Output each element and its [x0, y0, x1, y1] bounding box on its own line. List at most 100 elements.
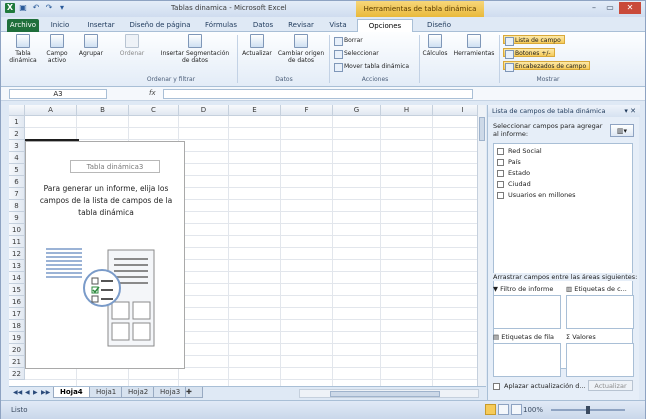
tabla-dinamica-button[interactable]: Tabla dinámica: [9, 34, 37, 64]
next-sheet-icon[interactable]: ▶: [33, 389, 38, 396]
checkbox-icon[interactable]: [497, 159, 504, 166]
row-header[interactable]: 8: [9, 200, 25, 212]
field-item[interactable]: Usuarios en millones: [497, 191, 576, 200]
row-header[interactable]: 1: [9, 116, 25, 128]
tab-archivo[interactable]: Archivo: [7, 19, 39, 32]
row-header[interactable]: 22: [9, 368, 25, 380]
column-header[interactable]: I: [433, 105, 477, 116]
restore-icon[interactable]: ▭: [603, 2, 617, 14]
tab-diseno-pagina[interactable]: Diseño de página: [125, 19, 195, 32]
column-header[interactable]: C: [129, 105, 179, 116]
tab-revisar[interactable]: Revisar: [283, 19, 319, 32]
tab-diseno[interactable]: Diseño: [417, 19, 461, 32]
checkbox-icon[interactable]: [493, 383, 500, 390]
minimize-icon[interactable]: –: [587, 2, 601, 14]
row-header[interactable]: 2: [9, 128, 25, 140]
tab-vista[interactable]: Vista: [323, 19, 353, 32]
horizontal-scroll-thumb[interactable]: [330, 391, 440, 397]
row-header[interactable]: 3: [9, 140, 25, 152]
column-header[interactable]: G: [333, 105, 381, 116]
checkbox-icon[interactable]: [497, 170, 504, 177]
column-header[interactable]: H: [381, 105, 433, 116]
row-header[interactable]: 6: [9, 176, 25, 188]
field-item[interactable]: País: [497, 158, 521, 167]
page-layout-view-icon[interactable]: [498, 404, 509, 415]
column-header[interactable]: A: [25, 105, 77, 116]
row-header[interactable]: 12: [9, 248, 25, 260]
row-header[interactable]: 17: [9, 308, 25, 320]
calculos-button[interactable]: Cálculos: [421, 34, 449, 57]
horizontal-scrollbar[interactable]: [299, 389, 479, 398]
defer-update-option[interactable]: Aplazar actualización d...: [493, 382, 586, 391]
undo-icon[interactable]: ↶: [31, 3, 41, 13]
botones-toggle[interactable]: Botones +/-: [503, 48, 555, 59]
vertical-scroll-thumb[interactable]: [479, 117, 485, 141]
name-box[interactable]: A3: [9, 89, 107, 99]
tab-insertar[interactable]: Insertar: [81, 19, 121, 32]
lista-campo-toggle[interactable]: Lista de campo: [503, 35, 565, 46]
customize-dropdown-icon[interactable]: ▾: [57, 3, 67, 13]
layout-options-icon[interactable]: ▥▾: [610, 124, 634, 137]
sheet-tab-hoja1[interactable]: Hoja1: [89, 387, 124, 398]
column-header[interactable]: F: [281, 105, 333, 116]
tab-opciones[interactable]: Opciones: [357, 19, 413, 32]
filter-drop-area[interactable]: [493, 295, 561, 329]
ordenar-button[interactable]: Ordenar: [107, 34, 157, 57]
checkbox-icon[interactable]: [497, 192, 504, 199]
prev-sheet-icon[interactable]: ◀: [25, 389, 30, 396]
sheet-tab-hoja2[interactable]: Hoja2: [121, 387, 156, 398]
row-header[interactable]: 21: [9, 356, 25, 368]
columns-drop-area[interactable]: [566, 295, 634, 329]
pivot-placeholder[interactable]: Tabla dinámica3 Para generar un informe,…: [25, 141, 185, 369]
panel-close-icon[interactable]: ▾ ✕: [624, 105, 636, 117]
tab-inicio[interactable]: Inicio: [45, 19, 75, 32]
row-header[interactable]: 10: [9, 224, 25, 236]
column-header[interactable]: B: [77, 105, 129, 116]
agrupar-button[interactable]: Agrupar: [77, 34, 105, 57]
actualizar-button[interactable]: Actualizar: [241, 34, 273, 57]
herramientas-button[interactable]: Herramientas: [451, 34, 497, 57]
zoom-level[interactable]: 100%: [523, 406, 543, 414]
formula-input[interactable]: [163, 89, 473, 99]
close-icon[interactable]: ✕: [619, 2, 641, 14]
sheet-tab-hoja4[interactable]: Hoja4: [53, 387, 90, 398]
field-item[interactable]: Ciudad: [497, 180, 531, 189]
rows-drop-area[interactable]: [493, 343, 561, 377]
save-icon[interactable]: ▣: [18, 3, 28, 13]
row-header[interactable]: 18: [9, 320, 25, 332]
select-all-corner[interactable]: [9, 105, 25, 116]
checkbox-icon[interactable]: [497, 148, 504, 155]
cambiar-origen-button[interactable]: Cambiar origen de datos: [275, 34, 327, 64]
zoom-slider-knob[interactable]: [586, 406, 590, 414]
tab-formulas[interactable]: Fórmulas: [199, 19, 243, 32]
column-header[interactable]: E: [229, 105, 281, 116]
row-header[interactable]: 9: [9, 212, 25, 224]
zoom-slider[interactable]: [551, 406, 625, 414]
seleccionar-button[interactable]: Seleccionar: [333, 49, 379, 59]
row-header[interactable]: 4: [9, 152, 25, 164]
first-sheet-icon[interactable]: ◀◀: [13, 389, 22, 396]
row-header[interactable]: 7: [9, 188, 25, 200]
function-icon[interactable]: fx: [149, 89, 156, 97]
row-header[interactable]: 16: [9, 296, 25, 308]
row-header[interactable]: 15: [9, 284, 25, 296]
row-header[interactable]: 11: [9, 236, 25, 248]
field-item[interactable]: Red Social: [497, 147, 542, 156]
row-header[interactable]: 20: [9, 344, 25, 356]
sheet-tab-hoja3[interactable]: Hoja3: [153, 387, 188, 398]
insert-sheet-icon[interactable]: ✚: [185, 387, 203, 398]
normal-view-icon[interactable]: [485, 404, 496, 415]
field-item[interactable]: Estado: [497, 169, 530, 178]
row-header[interactable]: 14: [9, 272, 25, 284]
redo-icon[interactable]: ↷: [44, 3, 54, 13]
row-header[interactable]: 13: [9, 260, 25, 272]
encabezados-toggle[interactable]: Encabezados de campo: [503, 61, 591, 72]
checkbox-icon[interactable]: [497, 181, 504, 188]
excel-app-icon[interactable]: X: [5, 3, 15, 13]
row-header[interactable]: 19: [9, 332, 25, 344]
mover-tabla-button[interactable]: Mover tabla dinámica: [333, 62, 409, 72]
vertical-scrollbar[interactable]: [477, 105, 486, 386]
campo-activo-button[interactable]: Campo activo: [43, 34, 71, 64]
insertar-segmentacion-button[interactable]: Insertar Segmentación de datos: [159, 34, 231, 64]
column-header[interactable]: D: [179, 105, 229, 116]
